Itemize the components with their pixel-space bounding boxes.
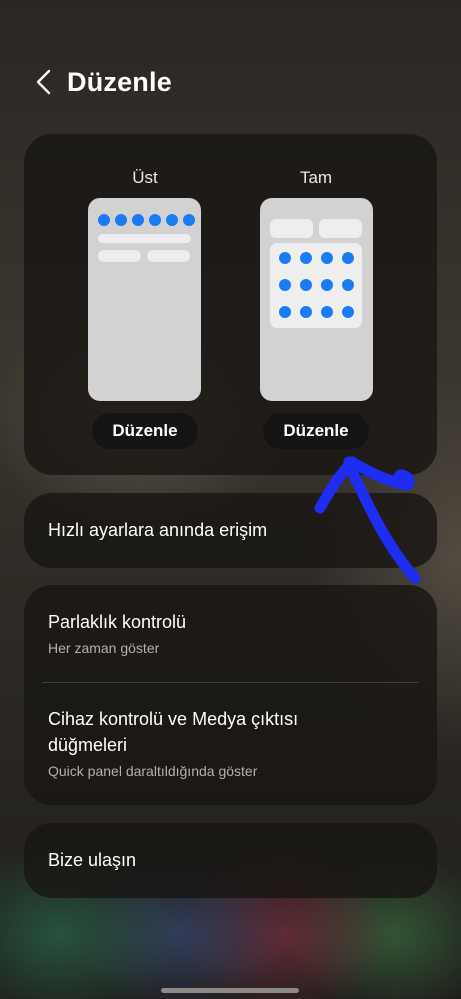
- page-title: Düzenle: [67, 67, 172, 97]
- layout-options-card: Üst Düzenle Tam Düzenle: [24, 134, 437, 475]
- controls-card: Parlaklık kontrolü Her zaman göster Ciha…: [24, 585, 437, 805]
- preview-full[interactable]: [260, 198, 373, 401]
- preview-dot: [321, 306, 333, 318]
- preview-dot: [183, 214, 195, 226]
- back-button[interactable]: [26, 64, 62, 100]
- header: Düzenle: [0, 58, 461, 108]
- preview-bar: [147, 250, 190, 262]
- preview-bar: [98, 234, 191, 243]
- preview-bar: [319, 219, 362, 238]
- preview-bar: [98, 250, 141, 262]
- device-media-row[interactable]: Cihaz kontrolü ve Medya çıktısı düğmeler…: [24, 683, 437, 805]
- preview-top[interactable]: [88, 198, 201, 401]
- edit-full-button[interactable]: Düzenle: [263, 413, 369, 449]
- device-media-title-line1: Cihaz kontrolü ve Medya çıktısı: [48, 709, 299, 729]
- preview-grid: [270, 243, 362, 328]
- preview-dot: [98, 214, 110, 226]
- preview-dot: [321, 279, 333, 291]
- preview-dot: [132, 214, 144, 226]
- preview-top-dots: [98, 214, 195, 226]
- brightness-title: Parlaklık kontrolü: [48, 612, 187, 632]
- option-label-full: Tam: [299, 168, 333, 187]
- contact-card[interactable]: Bize ulaşın: [24, 823, 437, 898]
- preview-dot: [279, 252, 291, 264]
- quick-access-card[interactable]: Hızlı ayarlara anında erişim: [24, 493, 437, 568]
- home-indicator[interactable]: [161, 988, 299, 993]
- preview-dot: [342, 306, 354, 318]
- device-media-subtitle: Quick panel daraltıldığında göster: [48, 763, 258, 779]
- contact-title: Bize ulaşın: [48, 850, 137, 870]
- quick-access-title: Hızlı ayarlara anında erişim: [48, 520, 268, 540]
- preview-bar: [270, 219, 313, 238]
- preview-dot: [279, 306, 291, 318]
- preview-dot: [166, 214, 178, 226]
- device-media-title-line2: düğmeleri: [48, 735, 128, 755]
- preview-dot: [300, 279, 312, 291]
- preview-dot: [300, 306, 312, 318]
- preview-dot: [342, 279, 354, 291]
- chevron-left-icon: [36, 69, 51, 95]
- option-label-top: Üst: [132, 168, 158, 187]
- preview-dot: [342, 252, 354, 264]
- preview-dot: [115, 214, 127, 226]
- edit-top-button[interactable]: Düzenle: [92, 413, 198, 449]
- brightness-row[interactable]: Parlaklık kontrolü Her zaman göster: [24, 585, 437, 682]
- preview-dot: [149, 214, 161, 226]
- brightness-subtitle: Her zaman göster: [48, 640, 160, 656]
- preview-dot: [300, 252, 312, 264]
- preview-dot: [279, 279, 291, 291]
- preview-dot: [321, 252, 333, 264]
